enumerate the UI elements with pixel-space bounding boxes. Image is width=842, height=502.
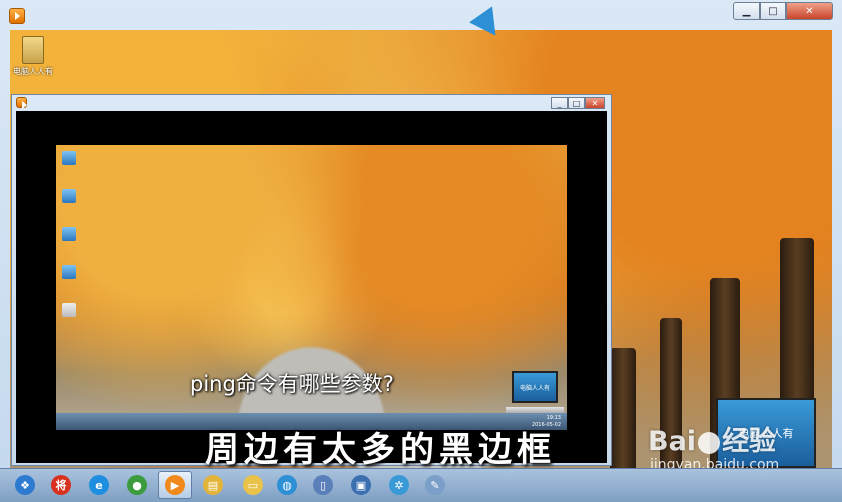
taskbar-item-media-player[interactable]: ▶ — [158, 471, 192, 499]
inner-maximize-button[interactable]: □ — [568, 97, 585, 109]
folder-icon: ▭ — [243, 475, 263, 495]
media-player-icon: ▶ — [165, 475, 185, 495]
ie-browser-icon: e — [89, 475, 109, 495]
close-button[interactable]: ✕ — [786, 2, 833, 20]
taskbar-item-file-explorer[interactable]: ▤ — [196, 471, 230, 499]
mini-network-icon — [62, 227, 76, 241]
jiang-app-icon: 将 — [51, 475, 71, 495]
taskbar-item-paint[interactable]: ✎ — [418, 471, 452, 499]
outer-window: ▁ □ ✕ 电脑人人有 _ □ ✕ 电脑人人有 19:13 2016-05-02… — [0, 0, 842, 502]
taskbar-item-chrome-browser[interactable]: ● — [120, 471, 154, 499]
window-controls: ▁ □ ✕ — [733, 2, 833, 20]
mini-laptop-screen: 电脑人人有 — [512, 371, 558, 403]
baidu-logo-text: Bai — [648, 426, 697, 457]
inner-close-button[interactable]: ✕ — [585, 97, 605, 109]
mini-laptop-logo: 电脑人人有 — [506, 371, 564, 415]
maximize-button[interactable]: □ — [760, 2, 786, 20]
taskbar-item-network[interactable]: ✲ — [382, 471, 416, 499]
mini-control-panel-icon — [62, 265, 76, 279]
network-icon: ✲ — [389, 475, 409, 495]
chrome-browser-icon: ● — [127, 475, 147, 495]
mini-computer-icon — [62, 189, 76, 203]
taskbar-item-jiang-app[interactable]: 将 — [44, 471, 78, 499]
inner-minimize-button[interactable]: _ — [551, 97, 568, 109]
taskbar: ❖ 将 e ● ▶ ▤ ▭ ◍ ▯ ▣ ✲ ✎ — [0, 468, 842, 502]
annotation-caption: 周边有太多的黑边框 — [205, 430, 556, 470]
paint-icon: ✎ — [425, 475, 445, 495]
minimize-button[interactable]: ▁ — [733, 2, 760, 20]
file-explorer-icon: ▤ — [203, 475, 223, 495]
taskbar-item-start-orb[interactable]: ❖ — [8, 471, 42, 499]
jingyan-logo-text: 经验 — [722, 426, 777, 457]
inner-app-icon[interactable] — [16, 97, 27, 109]
desktop-shortcut[interactable]: 电脑人人有 — [10, 36, 56, 77]
start-orb-icon: ❖ — [15, 475, 35, 495]
black-border-area: 电脑人人有 19:13 2016-05-02 — [16, 111, 607, 463]
inner-media-window: _ □ ✕ 电脑人人有 19:13 2016-05-02 — [11, 94, 612, 466]
desktop-shortcut-label: 电脑人人有 — [13, 67, 53, 76]
taskbar-item-document[interactable]: ▯ — [306, 471, 340, 499]
media-player-app-icon[interactable] — [9, 8, 25, 24]
remote-desktop-icon: ▣ — [351, 475, 371, 495]
outer-title-bar[interactable]: ▁ □ ✕ — [0, 0, 842, 30]
inner-window-controls: _ □ ✕ — [551, 97, 605, 109]
mini-user-icon — [62, 151, 76, 165]
taskbar-item-browser-globe[interactable]: ◍ — [270, 471, 304, 499]
document-icon: ▯ — [313, 475, 333, 495]
tree-trunk — [610, 348, 636, 468]
taskbar-item-remote-desktop[interactable]: ▣ — [344, 471, 378, 499]
taskbar-item-folder[interactable]: ▭ — [236, 471, 270, 499]
video-subtitle: ping命令有哪些参数? — [190, 372, 394, 396]
baidu-paw-icon — [698, 431, 721, 454]
user-folder-icon — [22, 36, 44, 64]
taskbar-item-ie-browser[interactable]: e — [82, 471, 116, 499]
browser-globe-icon: ◍ — [277, 475, 297, 495]
mini-clock-time: 19:13 — [546, 415, 561, 421]
baidu-watermark-logo: Bai 经验 — [648, 419, 776, 458]
mini-recycle-bin-icon — [62, 303, 76, 317]
